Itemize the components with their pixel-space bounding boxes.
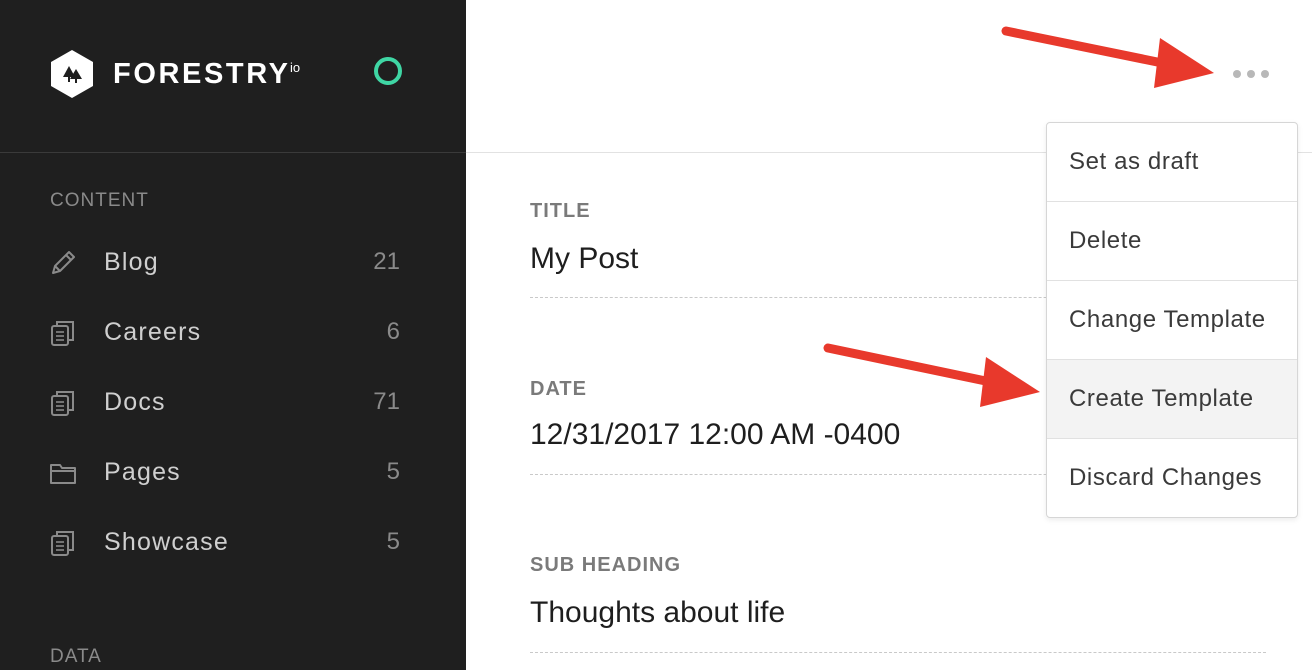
sidebar-item-count: 5 bbox=[386, 458, 400, 485]
menu-item-discard-changes[interactable]: Discard Changes bbox=[1047, 439, 1297, 517]
dot-icon bbox=[1261, 70, 1269, 78]
date-field[interactable]: 12/31/2017 12:00 AM -0400 bbox=[530, 417, 900, 453]
forestry-logo-icon bbox=[51, 50, 93, 98]
date-field-label: DATE bbox=[530, 378, 587, 400]
documents-icon bbox=[51, 321, 74, 346]
options-dropdown-menu: Set as draft Delete Change Template Crea… bbox=[1046, 122, 1298, 518]
sidebar-item-docs[interactable]: Docs 71 bbox=[0, 374, 466, 430]
menu-item-change-template[interactable]: Change Template bbox=[1047, 281, 1297, 360]
brand-name: FORESTRY bbox=[113, 58, 291, 90]
sub-heading-field-label: SUB HEADING bbox=[530, 554, 682, 576]
annotation-arrow-icon bbox=[823, 343, 1040, 407]
more-options-button[interactable] bbox=[1224, 62, 1278, 86]
title-field-label: TITLE bbox=[530, 200, 591, 222]
sidebar-item-count: 71 bbox=[373, 388, 400, 415]
sidebar-item-label: Showcase bbox=[104, 528, 229, 556]
sidebar-item-blog[interactable]: Blog 21 bbox=[0, 234, 466, 290]
menu-item-set-as-draft[interactable]: Set as draft bbox=[1047, 123, 1297, 202]
sidebar-item-showcase[interactable]: Showcase 5 bbox=[0, 514, 466, 570]
sidebar-item-pages[interactable]: Pages 5 bbox=[0, 444, 466, 500]
folder-icon bbox=[50, 464, 76, 484]
documents-icon bbox=[51, 531, 74, 556]
title-field[interactable]: My Post bbox=[530, 241, 638, 277]
content-section-label: CONTENT bbox=[50, 190, 149, 211]
brand-suffix: io bbox=[290, 60, 301, 75]
menu-item-create-template[interactable]: Create Template bbox=[1047, 360, 1297, 439]
status-indicator-icon bbox=[374, 57, 402, 85]
sub-heading-field[interactable]: Thoughts about life bbox=[530, 595, 785, 631]
sidebar-item-label: Pages bbox=[104, 458, 181, 486]
menu-item-label: Change Template bbox=[1069, 306, 1266, 333]
menu-item-label: Discard Changes bbox=[1069, 464, 1263, 491]
dot-icon bbox=[1233, 70, 1241, 78]
menu-item-label: Delete bbox=[1069, 227, 1142, 254]
sidebar-item-label: Blog bbox=[104, 248, 159, 276]
menu-item-delete[interactable]: Delete bbox=[1047, 202, 1297, 281]
pencil-icon bbox=[52, 251, 75, 274]
sidebar-item-count: 5 bbox=[386, 528, 400, 555]
sub-heading-field-underline bbox=[530, 652, 1266, 653]
sidebar: FORESTRY io CONTENT Blog 21 Careers 6 Do… bbox=[0, 0, 466, 670]
sidebar-item-careers[interactable]: Careers 6 bbox=[0, 304, 466, 360]
dot-icon bbox=[1247, 70, 1255, 78]
data-section-label: DATA bbox=[50, 646, 102, 667]
documents-icon bbox=[51, 391, 74, 416]
sidebar-item-label: Careers bbox=[104, 318, 202, 346]
brand-header: FORESTRY io bbox=[0, 0, 466, 153]
menu-item-label: Create Template bbox=[1069, 385, 1254, 412]
sidebar-item-count: 6 bbox=[386, 318, 400, 345]
menu-item-label: Set as draft bbox=[1069, 148, 1199, 175]
sidebar-item-label: Docs bbox=[104, 388, 166, 416]
sidebar-item-count: 21 bbox=[373, 248, 400, 275]
